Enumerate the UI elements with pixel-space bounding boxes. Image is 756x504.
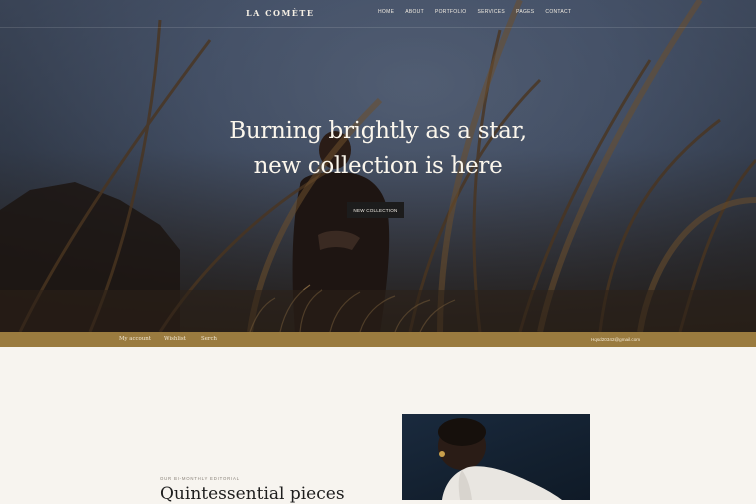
editorial-eyebrow: OUR BI-MONTHLY EDITORIAL: [160, 476, 240, 481]
editorial-title: Quintessential pieces: [160, 484, 345, 504]
nav-home[interactable]: HOME: [378, 9, 394, 15]
utility-bar: My account Wishlist Serch Hqsd20342@gmai…: [0, 332, 756, 347]
my-account-link[interactable]: My account: [119, 336, 151, 342]
new-collection-button[interactable]: NEW COLLECTION: [347, 202, 404, 218]
nav-pages[interactable]: PAGES: [516, 9, 534, 15]
brand-logo[interactable]: LA COMÈTE: [246, 8, 314, 18]
nav-contact[interactable]: CONTACT: [545, 9, 571, 15]
hero-headline-line-2: new collection is here: [253, 153, 503, 179]
portrait-photo: [438, 418, 562, 500]
search-link[interactable]: Serch: [201, 336, 217, 342]
hero-banner: LA COMÈTE HOME ABOUT PORTFOLIO SERVICES …: [0, 0, 756, 332]
wishlist-link[interactable]: Wishlist: [164, 336, 186, 342]
nav-services[interactable]: SERVICES: [477, 9, 505, 15]
nav-portfolio[interactable]: PORTFOLIO: [435, 9, 467, 15]
main-menu: HOME ABOUT PORTFOLIO SERVICES PAGES CONT…: [378, 9, 582, 15]
top-navigation: LA COMÈTE HOME ABOUT PORTFOLIO SERVICES …: [0, 0, 756, 28]
editorial-portrait-image: [402, 414, 590, 500]
contact-email[interactable]: Hqsd20342@gmail.com: [591, 337, 640, 342]
nav-about[interactable]: ABOUT: [405, 9, 424, 15]
hero-headline-line-1: Burning brightly as a star,: [229, 118, 527, 144]
